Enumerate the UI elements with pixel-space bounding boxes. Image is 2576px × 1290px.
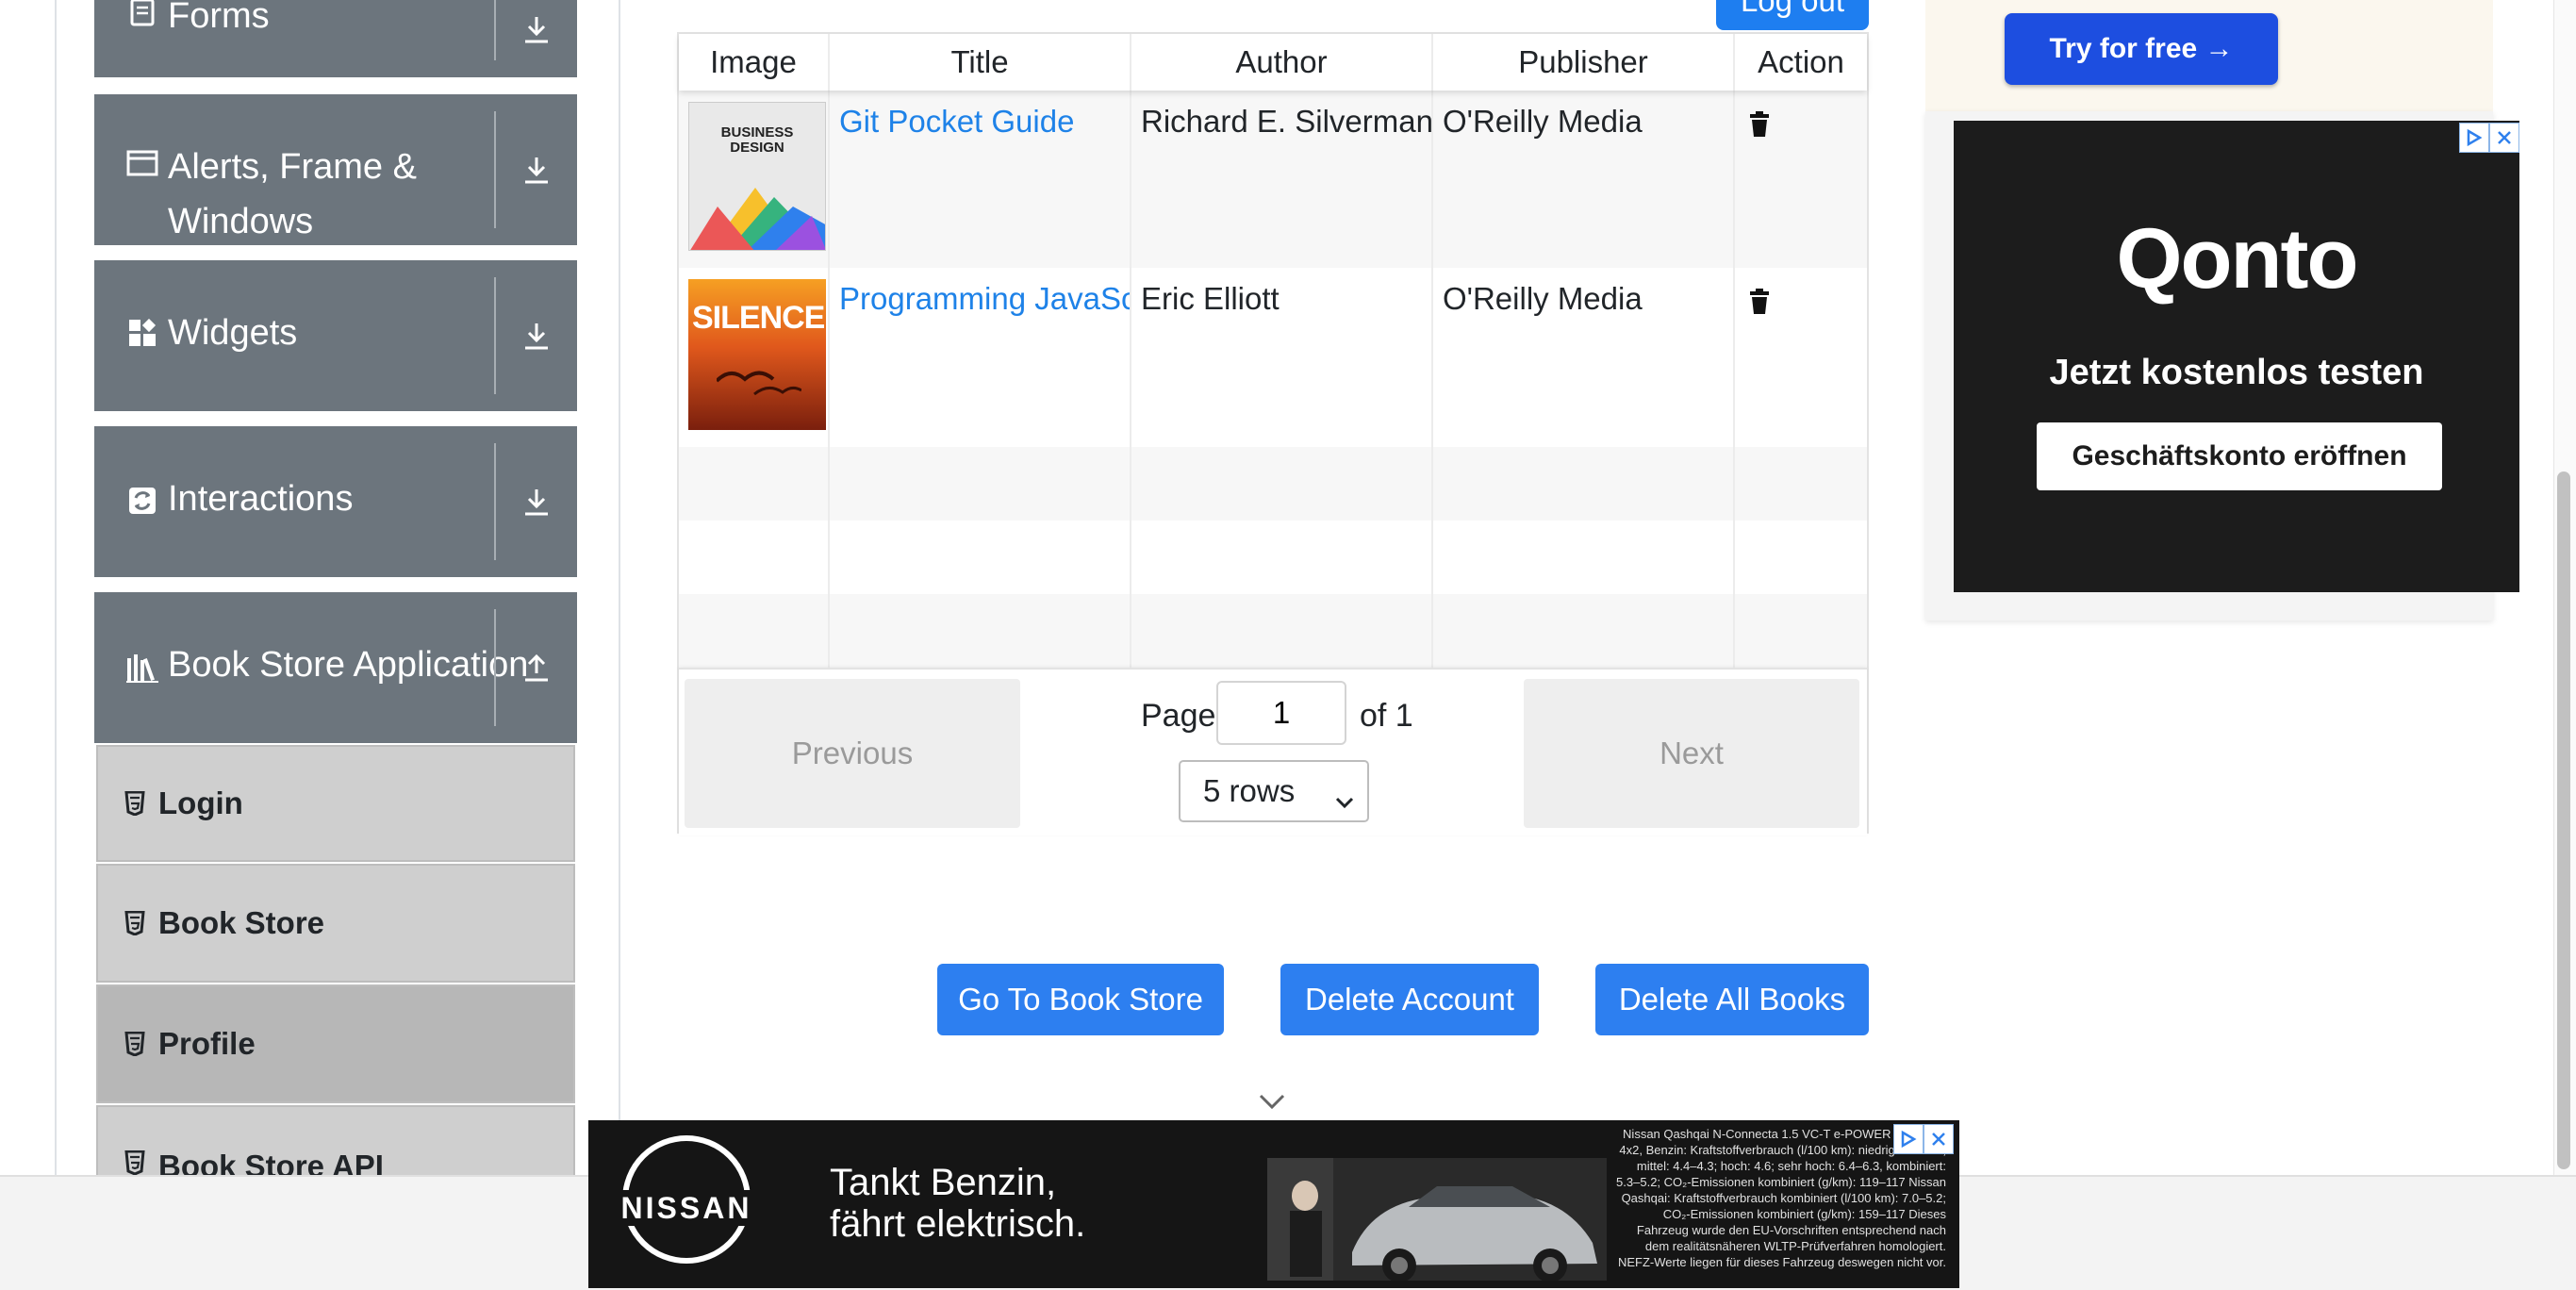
table-row: BUSINESS DESIGN Git Pocket Guide Richard… xyxy=(679,91,1867,268)
scrollbar-thumb[interactable] xyxy=(2557,471,2570,1169)
window-icon xyxy=(126,149,158,177)
cover-text: SILENCE xyxy=(692,300,825,336)
table-row-empty xyxy=(679,594,1867,668)
page-left-border xyxy=(55,0,57,1175)
column-header-author[interactable]: Author xyxy=(1131,34,1433,91)
book-title-cell: Git Pocket Guide xyxy=(830,91,1131,268)
download-icon[interactable] xyxy=(496,260,577,411)
table-row-empty xyxy=(679,521,1867,594)
sidebar-item-label: Profile xyxy=(158,1026,256,1061)
html5-icon xyxy=(124,1032,145,1056)
page-total-label: of 1 xyxy=(1360,698,1413,734)
table-row: SILENCE Programming JavaScript Applicati… xyxy=(679,268,1867,447)
car-image xyxy=(1267,1158,1607,1281)
nissan-tagline: Tankt Benzin, fährt elektrisch. xyxy=(830,1162,1085,1245)
logout-button[interactable]: Log out xyxy=(1716,0,1869,30)
next-button[interactable]: Next xyxy=(1524,679,1859,828)
sidebar-group-alerts[interactable]: Alerts, Frame & Windows xyxy=(94,94,577,245)
trash-icon[interactable] xyxy=(1748,287,1771,322)
close-icon[interactable] xyxy=(2489,123,2519,153)
html5-icon xyxy=(124,791,145,816)
qonto-cta-button[interactable]: Geschäftskonto eröffnen xyxy=(2037,422,2442,490)
book-cover-cell: BUSINESS DESIGN xyxy=(679,91,830,268)
interactions-icon xyxy=(126,487,158,515)
go-to-book-store-button[interactable]: Go To Book Store xyxy=(937,964,1224,1035)
cover-text: BUSINESS DESIGN xyxy=(720,124,794,156)
book-author: Richard E. Silverman xyxy=(1131,91,1433,268)
delete-account-button[interactable]: Delete Account xyxy=(1280,964,1539,1035)
trash-icon[interactable] xyxy=(1748,109,1771,145)
action-cell xyxy=(1735,268,1867,447)
qonto-ad[interactable]: Qonto Jetzt kostenlos testen Geschäftsko… xyxy=(1954,121,2519,592)
sidebar-group-widgets[interactable]: Widgets xyxy=(94,260,577,411)
adchoices-icon[interactable] xyxy=(1893,1124,1924,1154)
sidebar-right-border xyxy=(619,0,620,1175)
chevron-down-icon[interactable] xyxy=(1258,1092,1286,1116)
download-icon[interactable] xyxy=(496,426,577,577)
rows-per-page-value: 5 rows xyxy=(1203,773,1296,808)
chevron-down-icon xyxy=(1335,781,1354,817)
book-author: Eric Elliott xyxy=(1131,268,1433,447)
widgets-icon xyxy=(126,319,158,347)
sidebar-item-login[interactable]: Login xyxy=(96,745,575,862)
html5-icon xyxy=(124,911,145,935)
library-icon xyxy=(126,653,158,683)
sidebar-group-interactions[interactable]: Interactions xyxy=(94,426,577,577)
qonto-logo: Qonto xyxy=(2116,212,2359,306)
column-header-image[interactable]: Image xyxy=(679,34,830,91)
book-title-link[interactable]: Programming JavaScript Applications xyxy=(839,281,1130,316)
sidebar-item-profile[interactable]: Profile xyxy=(96,984,575,1103)
action-cell xyxy=(1735,91,1867,268)
sidebar-item-label: Login xyxy=(158,786,243,820)
nissan-ad[interactable]: NISSAN Tankt Benzin, fährt elektrisch. N… xyxy=(588,1120,1959,1288)
previous-button[interactable]: Previous xyxy=(685,679,1020,828)
page-number-input[interactable] xyxy=(1216,681,1346,745)
form-icon xyxy=(126,0,158,26)
table-row-empty xyxy=(679,447,1867,521)
book-cover-cell: SILENCE xyxy=(679,268,830,447)
nissan-logo: NISSAN xyxy=(613,1135,760,1264)
download-icon[interactable] xyxy=(496,94,577,245)
book-cover-image: SILENCE xyxy=(688,279,826,430)
qonto-headline: Jetzt kostenlos testen xyxy=(2049,353,2424,392)
page-label: Page xyxy=(1141,698,1216,734)
close-icon[interactable] xyxy=(1924,1124,1954,1154)
book-publisher: O'Reilly Media xyxy=(1433,91,1735,268)
pagination-bar: Previous Next Page of 1 5 rows xyxy=(679,668,1867,835)
try-for-free-button[interactable]: Try for free → xyxy=(2005,13,2278,85)
sidebar-group-forms[interactable]: Forms xyxy=(94,0,577,77)
column-header-title[interactable]: Title xyxy=(830,34,1131,91)
html5-icon xyxy=(124,1150,145,1175)
books-table: Image Title Author Publisher Action BUSI… xyxy=(677,32,1869,835)
table-header: Image Title Author Publisher Action xyxy=(679,34,1867,91)
adchoices-icon[interactable] xyxy=(2459,123,2489,153)
download-icon[interactable] xyxy=(496,0,577,77)
upload-icon[interactable] xyxy=(496,592,577,743)
nissan-tagline-line-1: Tankt Benzin, xyxy=(830,1162,1057,1203)
sidebar-item-book-store[interactable]: Book Store xyxy=(96,864,575,983)
book-cover-image: BUSINESS DESIGN xyxy=(688,102,826,251)
sidebar-item-label: Book Store xyxy=(158,905,325,940)
column-header-publisher[interactable]: Publisher xyxy=(1433,34,1735,91)
nissan-tagline-line-2: fährt elektrisch. xyxy=(830,1203,1086,1245)
book-title-link[interactable]: Git Pocket Guide xyxy=(839,104,1074,139)
book-title-cell: Programming JavaScript Applications xyxy=(830,268,1131,447)
nissan-brand: NISSAN xyxy=(613,1190,760,1226)
sidebar-group-book-store-application[interactable]: Book Store Application xyxy=(94,592,577,743)
delete-all-books-button[interactable]: Delete All Books xyxy=(1595,964,1869,1035)
book-publisher: O'Reilly Media xyxy=(1433,268,1735,447)
rows-per-page-select[interactable]: 5 rows xyxy=(1179,760,1369,822)
column-header-action[interactable]: Action xyxy=(1735,34,1867,91)
